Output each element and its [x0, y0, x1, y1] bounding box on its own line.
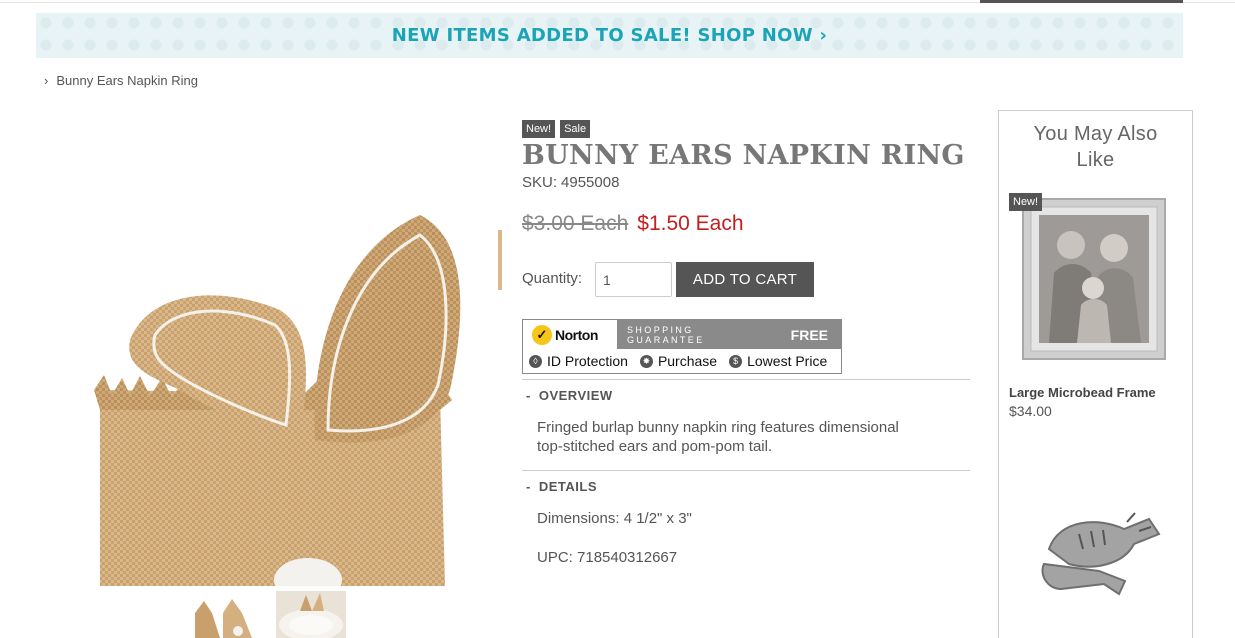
norton-feature-id: ◊ ID Protection — [529, 353, 628, 369]
breadcrumb: › Bunny Ears Napkin Ring — [44, 73, 198, 88]
original-price: $3.00 Each — [522, 212, 629, 235]
sidebar-title-line: Like — [1076, 149, 1115, 171]
new-badge: New! — [522, 120, 556, 138]
norton-feature-price: $ Lowest Price — [729, 353, 827, 369]
norton-logo: ✓ Norton — [523, 320, 617, 349]
product-sku: SKU: 4955008 — [522, 174, 619, 191]
collapse-icon: - — [526, 388, 531, 403]
sidebar-title: You May Also Like — [999, 121, 1192, 173]
quantity-label: Quantity: — [522, 270, 583, 287]
overview-divider — [522, 379, 970, 380]
details-divider — [522, 470, 970, 471]
sku-value: 4955008 — [561, 174, 620, 191]
thumbnail-2[interactable] — [276, 591, 346, 638]
product-main-image[interactable] — [60, 190, 502, 586]
norton-check-icon: ✓ — [532, 324, 552, 345]
product-title: BUNNY EARS NAPKIN RING — [522, 140, 965, 171]
related-product-price: $34.00 — [1009, 403, 1052, 419]
details-toggle[interactable]: - DETAILS — [526, 479, 597, 494]
related-new-badge: New! — [1009, 193, 1043, 211]
norton-guarantee-text: SHOPPING GUARANTEE — [627, 324, 705, 345]
breadcrumb-separator: › — [44, 73, 49, 88]
sale-banner-text: NEW ITEMS ADDED TO SALE! SHOP NOW › — [391, 25, 828, 46]
breadcrumb-current[interactable]: Bunny Ears Napkin Ring — [56, 73, 198, 88]
sale-badge: Sale — [560, 120, 591, 138]
sale-banner[interactable]: NEW ITEMS ADDED TO SALE! SHOP NOW › — [36, 13, 1183, 58]
details-upc: UPC: 718540312667 — [537, 549, 678, 566]
related-product-image-2[interactable] — [1009, 489, 1179, 609]
sidebar-title-line: You May Also — [1033, 123, 1158, 145]
overview-line: top-stitched ears and pom-pom tail. — [537, 438, 773, 455]
thumbnail-strip — [190, 591, 346, 638]
norton-feature-purchase: ✸ Purchase — [639, 353, 718, 369]
norton-feature-label: Purchase — [657, 353, 718, 369]
overview-line: Fringed burlap bunny napkin ring feature… — [537, 419, 899, 436]
price-row: $3.00 Each $1.50 Each — [522, 212, 744, 236]
overview-heading: OVERVIEW — [538, 388, 613, 403]
norton-features: ◊ ID Protection ✸ Purchase $ Lowest Pric… — [523, 349, 841, 373]
thumbnail-1[interactable] — [190, 591, 260, 638]
dollar-icon: $ — [729, 354, 743, 368]
quantity-input[interactable] — [595, 262, 672, 297]
product-badges: New! Sale — [522, 120, 591, 138]
top-nav-indicator — [980, 0, 1183, 3]
related-product-name[interactable]: Large Microbead Frame — [1009, 385, 1156, 400]
details-dimensions: Dimensions: 4 1/2" x 3" — [537, 510, 692, 527]
seal-icon: ✸ — [639, 354, 653, 368]
norton-free-label: FREE — [790, 326, 828, 343]
overview-text: Fringed burlap bunny napkin ring feature… — [537, 418, 899, 456]
norton-feature-label: Lowest Price — [747, 353, 828, 369]
norton-feature-label: ID Protection — [547, 353, 628, 369]
norton-header: ✓ Norton SHOPPING GUARANTEE FREE — [523, 320, 841, 349]
norton-brand: Norton — [555, 326, 598, 343]
details-heading: DETAILS — [538, 479, 597, 494]
norton-shopping-guarantee[interactable]: ✓ Norton SHOPPING GUARANTEE FREE ◊ ID Pr… — [522, 319, 842, 374]
shield-icon: ◊ — [529, 354, 542, 368]
collapse-icon: - — [526, 479, 531, 494]
sku-label: SKU: — [522, 174, 558, 191]
add-to-cart-button[interactable]: ADD TO CART — [676, 262, 814, 297]
related-product-image[interactable] — [1009, 193, 1179, 368]
sale-price: $1.50 Each — [637, 212, 744, 235]
you-may-also-like-panel: You May Also Like New! Large Microbead F… — [998, 110, 1193, 638]
overview-toggle[interactable]: - OVERVIEW — [526, 388, 613, 403]
